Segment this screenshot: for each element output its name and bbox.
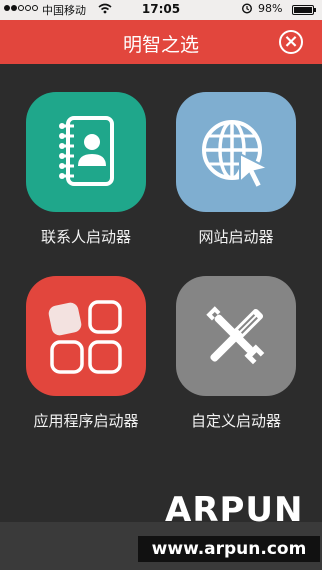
close-button[interactable]: × [279,30,303,54]
website-launcher-label: 网站启动器 [198,228,274,246]
app-grid-icon [48,300,122,374]
app-launcher-tile [26,276,146,396]
globe-cursor-icon [202,120,271,190]
app-launcher-label: 应用程序启动器 [33,412,139,430]
custom-launcher-button[interactable]: 自定义启动器 [166,276,306,431]
battery-level [294,7,312,13]
contacts-book-icon [59,116,114,186]
header-bar: 明智之选 × [0,20,322,64]
tools-icon [206,306,265,365]
status-bar: 中国移动 17:05 98% [0,0,322,20]
contacts-launcher-button[interactable]: 联系人启动器 [16,92,156,247]
custom-launcher-label: 自定义启动器 [190,412,281,430]
close-icon: × [283,31,299,52]
contacts-launcher-tile [26,92,146,212]
battery-icon [292,5,316,15]
app-launcher-button[interactable]: 应用程序启动器 [16,276,156,431]
website-launcher-tile [176,92,296,212]
contacts-launcher-label: 联系人启动器 [40,228,131,246]
website-launcher-button[interactable]: 网站启动器 [166,92,306,247]
battery-percentage: 98% [258,2,283,15]
watermark-logo: ARPUN [165,490,304,530]
custom-launcher-tile [176,276,296,396]
page-title: 明智之选 [122,34,199,56]
alarm-icon [241,2,253,17]
watermark-url: www.arpun.com [138,536,320,562]
